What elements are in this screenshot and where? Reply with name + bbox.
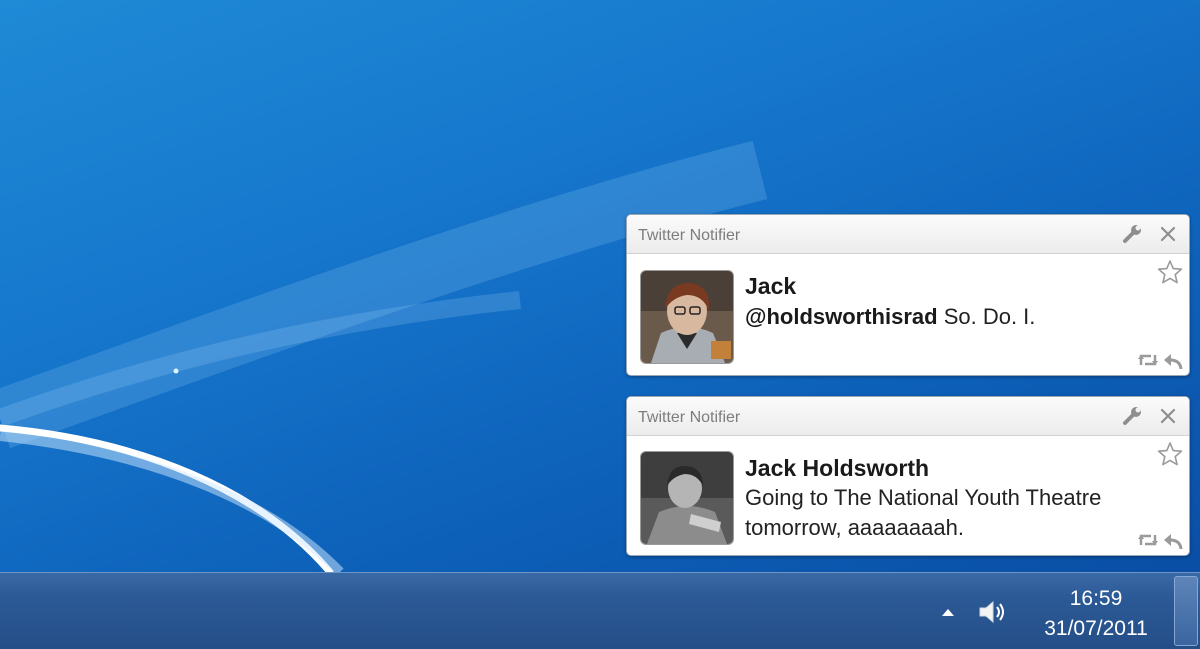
notification-app-title: Twitter Notifier <box>638 227 741 244</box>
clock-time: 16:59 <box>1069 587 1123 610</box>
tweet-text: Going to The National Youth Theatre tomo… <box>745 485 1102 540</box>
notification-app-title: Twitter Notifier <box>638 409 741 426</box>
notification-card[interactable]: Twitter Notifier Jack Holdsworth Going t… <box>626 396 1190 556</box>
clock-date: 31/07/2011 <box>1044 617 1148 640</box>
tweet-mention[interactable]: @holdsworthisrad <box>745 304 938 329</box>
show-hidden-icons-arrow[interactable] <box>940 605 956 619</box>
avatar[interactable] <box>640 270 734 364</box>
close-icon[interactable] <box>1157 405 1179 427</box>
star-icon[interactable] <box>1157 441 1183 467</box>
tweet-message: So. Do. I. <box>937 304 1036 329</box>
volume-icon[interactable] <box>976 596 1008 628</box>
show-desktop-button[interactable] <box>1174 576 1198 646</box>
retweet-icon[interactable] <box>1137 531 1159 549</box>
close-icon[interactable] <box>1157 223 1179 245</box>
retweet-icon[interactable] <box>1137 351 1159 369</box>
tweet-text: @holdsworthisrad So. Do. I. <box>745 302 1165 332</box>
wrench-icon[interactable] <box>1121 223 1143 245</box>
notification-card[interactable]: Twitter Notifier Jack @holdsworthisrad S… <box>626 214 1190 376</box>
reply-icon[interactable] <box>1162 350 1184 370</box>
notification-header: Twitter Notifier <box>627 215 1189 254</box>
reply-icon[interactable] <box>1162 530 1184 550</box>
star-icon[interactable] <box>1157 259 1183 285</box>
tweet-author-name[interactable]: Jack <box>745 273 796 300</box>
tweet-author-name[interactable]: Jack Holdsworth <box>745 455 929 482</box>
notification-header: Twitter Notifier <box>627 397 1189 436</box>
system-clock[interactable]: 16:59 31/07/2011 <box>1030 584 1162 644</box>
taskbar <box>0 572 1200 649</box>
avatar[interactable] <box>640 451 734 545</box>
wrench-icon[interactable] <box>1121 405 1143 427</box>
